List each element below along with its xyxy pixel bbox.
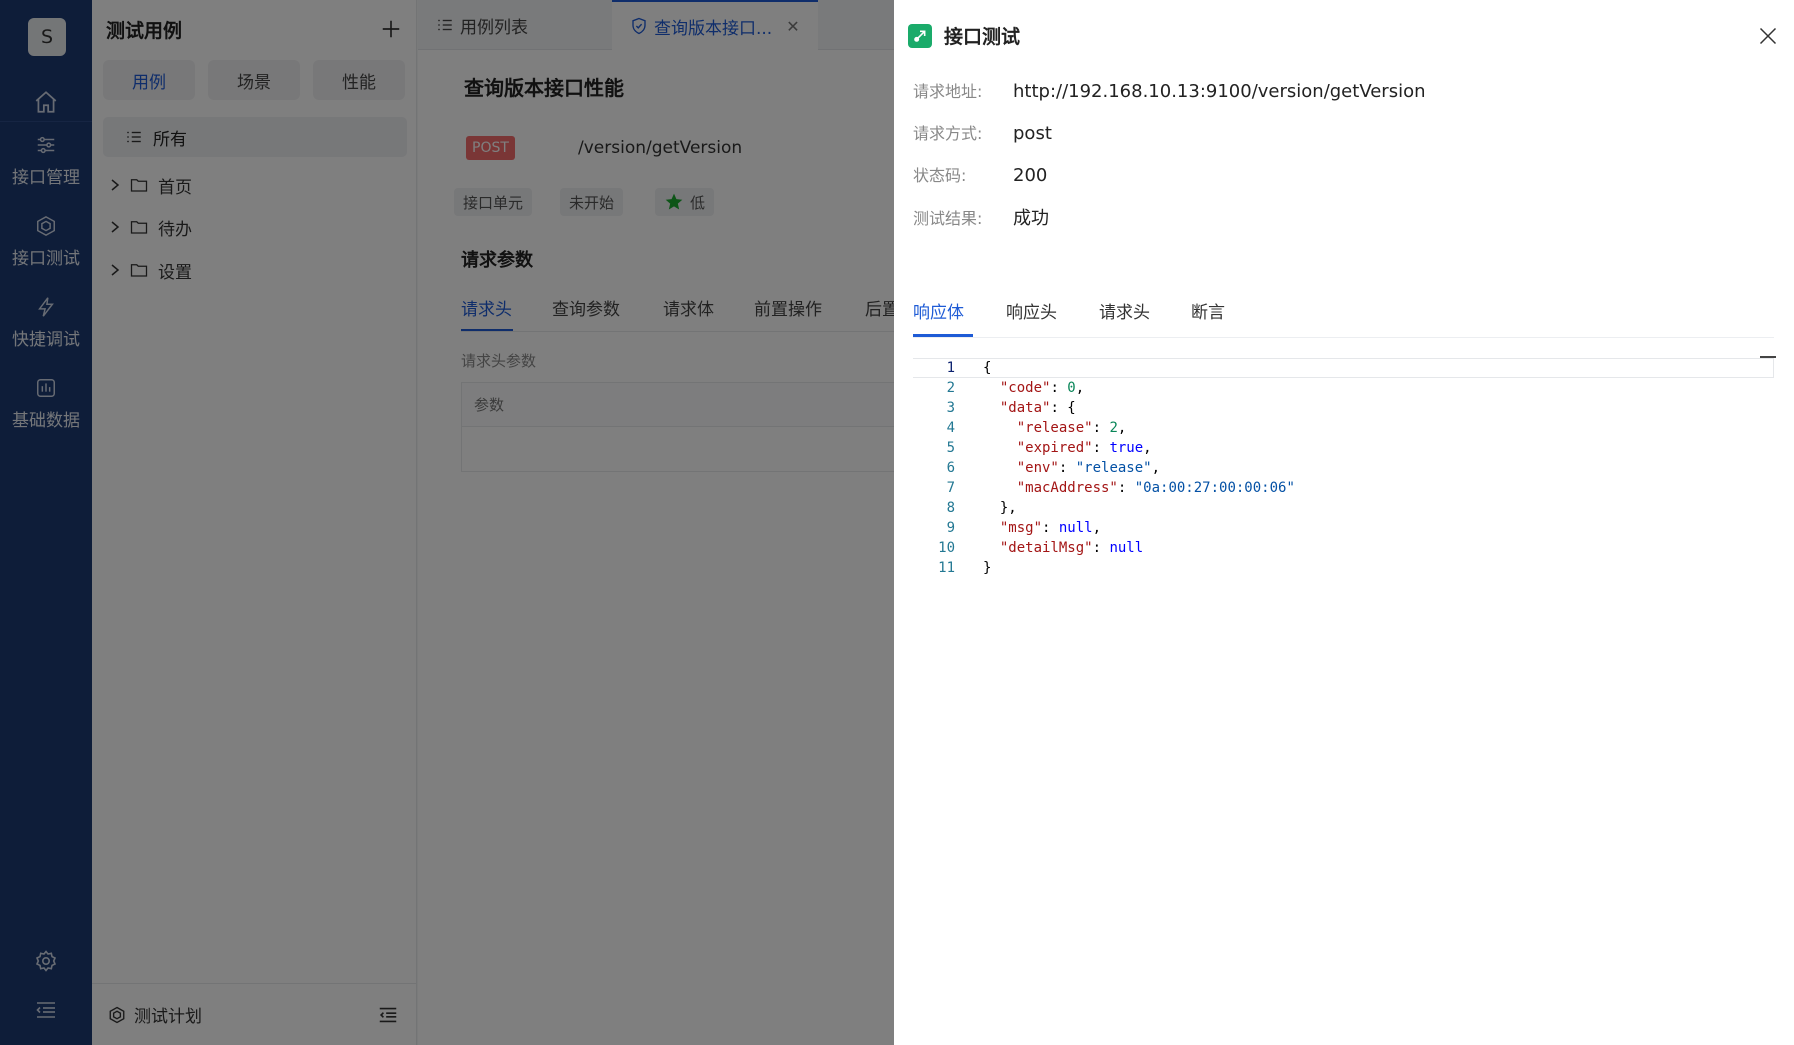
api-test-drawer: 接口测试 请求地址: http://192.168.10.13:9100/ver… — [894, 0, 1794, 1045]
line-number: 7 — [946, 480, 955, 496]
line-number: 10 — [938, 540, 955, 556]
line-number: 3 — [946, 400, 955, 416]
response-body-editor[interactable]: 1{ 2 "code": 0, 3 "data": { 4 "release":… — [913, 358, 1774, 578]
line-number: 1 — [946, 360, 955, 376]
close-icon — [1759, 27, 1777, 45]
code-text: "release": 2, — [1016, 420, 1127, 436]
drawer-title: 接口测试 — [908, 22, 1020, 49]
code-text: "detailMsg": null — [999, 540, 1144, 556]
info-row-status-code: 状态码: 200 — [913, 162, 1047, 186]
code-text: "msg": null, — [999, 520, 1102, 536]
code-text: "expired": true, — [1016, 440, 1152, 456]
info-label: 状态码: — [913, 166, 967, 185]
line-number: 5 — [946, 440, 955, 456]
info-label: 请求方式: — [913, 124, 983, 143]
line-number: 6 — [946, 460, 955, 476]
response-tab-assertions[interactable]: 断言 — [1191, 298, 1225, 323]
request-tab-headers[interactable]: 请求头 — [1099, 298, 1150, 323]
code-line: 1{ — [913, 358, 1774, 378]
code-line: 11} — [913, 558, 1774, 578]
line-number: 8 — [946, 500, 955, 516]
code-text: { — [983, 360, 992, 376]
info-value: 成功 — [1013, 208, 1049, 229]
line-number: 2 — [946, 380, 955, 396]
info-value: 200 — [1013, 165, 1048, 186]
code-line: 5 "expired": true, — [913, 438, 1774, 458]
code-line: 8 }, — [913, 498, 1774, 518]
info-row-method: 请求方式: post — [913, 120, 1052, 144]
code-text: }, — [983, 500, 1017, 516]
drawer-title-label: 接口测试 — [944, 26, 1021, 48]
info-label: 请求地址: — [913, 82, 983, 101]
code-text: } — [983, 560, 992, 576]
drawer-close-button[interactable] — [1756, 24, 1780, 48]
code-line: 3 "data": { — [913, 398, 1774, 418]
code-text: "code": 0, — [999, 380, 1085, 396]
info-row-url: 请求地址: http://192.168.10.13:9100/version/… — [913, 78, 1426, 102]
code-line: 4 "release": 2, — [913, 418, 1774, 438]
code-text: "env": "release", — [1016, 460, 1161, 476]
api-test-logo-icon — [908, 23, 932, 48]
response-tabs-divider — [913, 337, 1774, 338]
code-line: 6 "env": "release", — [913, 458, 1774, 478]
code-text: "data": { — [999, 400, 1076, 416]
line-number: 4 — [946, 420, 955, 436]
line-number: 9 — [946, 520, 955, 536]
code-line: 7 "macAddress": "0a:00:27:00:00:06" — [913, 478, 1774, 498]
info-value: http://192.168.10.13:9100/version/getVer… — [1013, 81, 1426, 102]
line-number: 11 — [938, 560, 955, 576]
response-tab-body[interactable]: 响应体 — [913, 298, 964, 323]
info-value: post — [1013, 123, 1052, 144]
response-tab-headers[interactable]: 响应头 — [1006, 298, 1057, 323]
code-line: 9 "msg": null, — [913, 518, 1774, 538]
code-line: 10 "detailMsg": null — [913, 538, 1774, 558]
code-line: 2 "code": 0, — [913, 378, 1774, 398]
info-row-result: 测试结果: 成功 — [913, 204, 1049, 230]
info-label: 测试结果: — [913, 209, 983, 228]
code-text: "macAddress": "0a:00:27:00:00:06" — [1016, 480, 1295, 496]
